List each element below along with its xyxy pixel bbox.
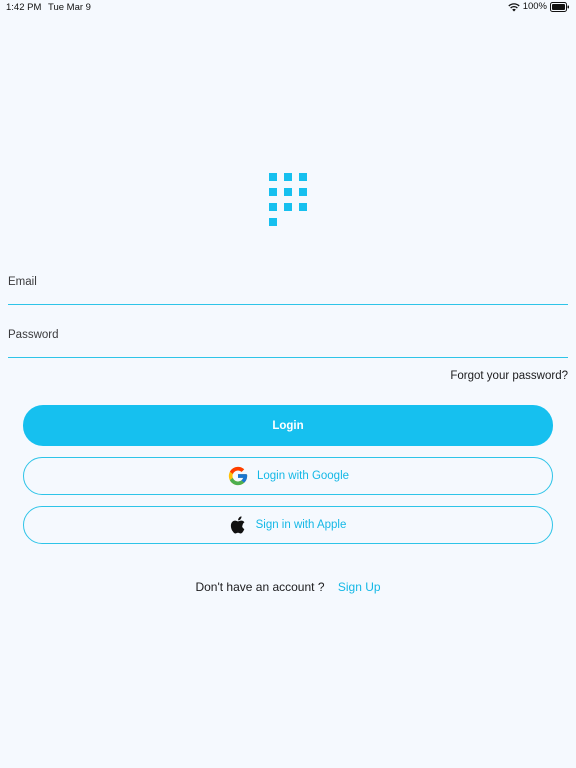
status-time: 1:42 PM bbox=[6, 2, 42, 13]
wifi-icon bbox=[508, 2, 520, 12]
app-logo-grid-icon bbox=[269, 173, 307, 226]
google-g-icon bbox=[227, 465, 249, 487]
apple-icon bbox=[230, 515, 248, 535]
google-login-label: Login with Google bbox=[256, 470, 350, 482]
signup-link[interactable]: Sign Up bbox=[338, 580, 381, 594]
apple-signin-label: Sign in with Apple bbox=[255, 519, 347, 531]
battery-icon bbox=[550, 1, 570, 12]
email-field[interactable]: Email bbox=[8, 274, 568, 305]
forgot-password-link[interactable]: Forgot your password? bbox=[450, 370, 568, 382]
battery-percent: 100% bbox=[522, 1, 547, 12]
email-label: Email bbox=[8, 276, 37, 288]
status-indicators: 100% bbox=[508, 1, 570, 12]
signup-prompt: Don't have an account ? bbox=[195, 580, 325, 594]
password-label: Password bbox=[8, 329, 59, 341]
signup-row: Don't have an account ? Sign Up bbox=[0, 580, 576, 594]
login-button-label: Login bbox=[272, 419, 304, 432]
status-date: Tue Mar 9 bbox=[48, 2, 91, 13]
password-field[interactable]: Password bbox=[8, 327, 568, 358]
apple-signin-button[interactable]: Sign in with Apple bbox=[23, 506, 553, 544]
login-button[interactable]: Login bbox=[23, 405, 553, 446]
google-login-button[interactable]: Login with Google bbox=[23, 457, 553, 495]
status-bar: 1:42 PM Tue Mar 9 100% bbox=[0, 0, 576, 16]
